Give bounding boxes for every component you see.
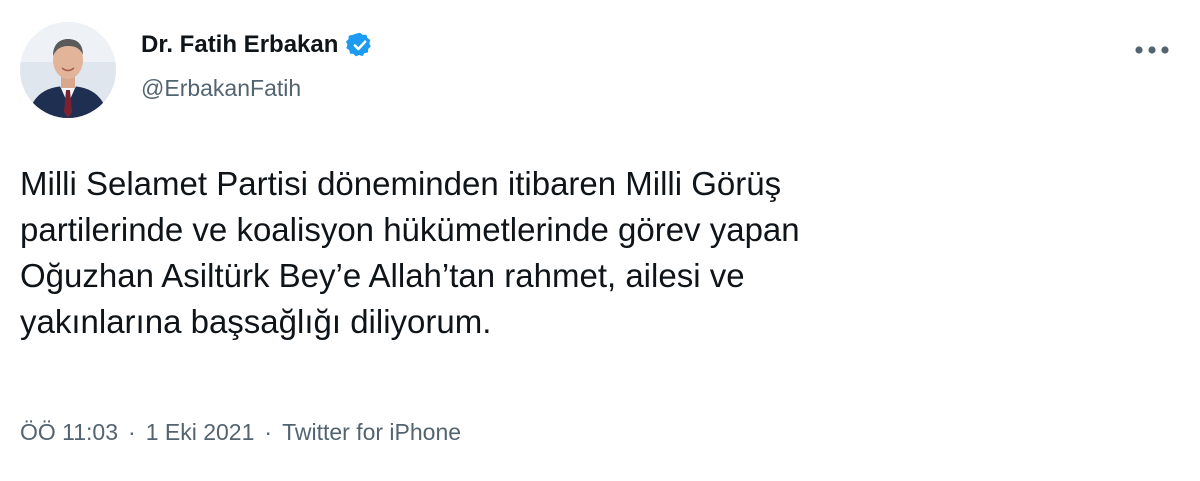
avatar[interactable] (20, 22, 116, 118)
avatar-photo (20, 22, 116, 118)
author-name-row[interactable]: Dr. Fatih Erbakan (141, 31, 374, 59)
meta-separator: · (264, 419, 273, 445)
tweet-date[interactable]: 1 Eki 2021 (146, 419, 255, 446)
tweet-meta: ÖÖ 11:03 · 1 Eki 2021 · Twitter for iPho… (20, 419, 461, 446)
author-handle[interactable]: @ErbakanFatih (141, 75, 301, 102)
tweet-source[interactable]: Twitter for iPhone (282, 419, 461, 446)
tweet-card: Dr. Fatih Erbakan @ErbakanFatih Milli Se… (0, 0, 1200, 481)
tweet-time[interactable]: ÖÖ 11:03 (20, 419, 118, 446)
meta-separator: · (128, 419, 136, 445)
tweet-text: Milli Selamet Partisi döneminden itibare… (20, 165, 800, 340)
display-name[interactable]: Dr. Fatih Erbakan (141, 31, 338, 59)
more-options-icon (1135, 46, 1169, 54)
more-options-button[interactable] (1132, 34, 1172, 66)
verified-badge-icon (346, 31, 374, 59)
